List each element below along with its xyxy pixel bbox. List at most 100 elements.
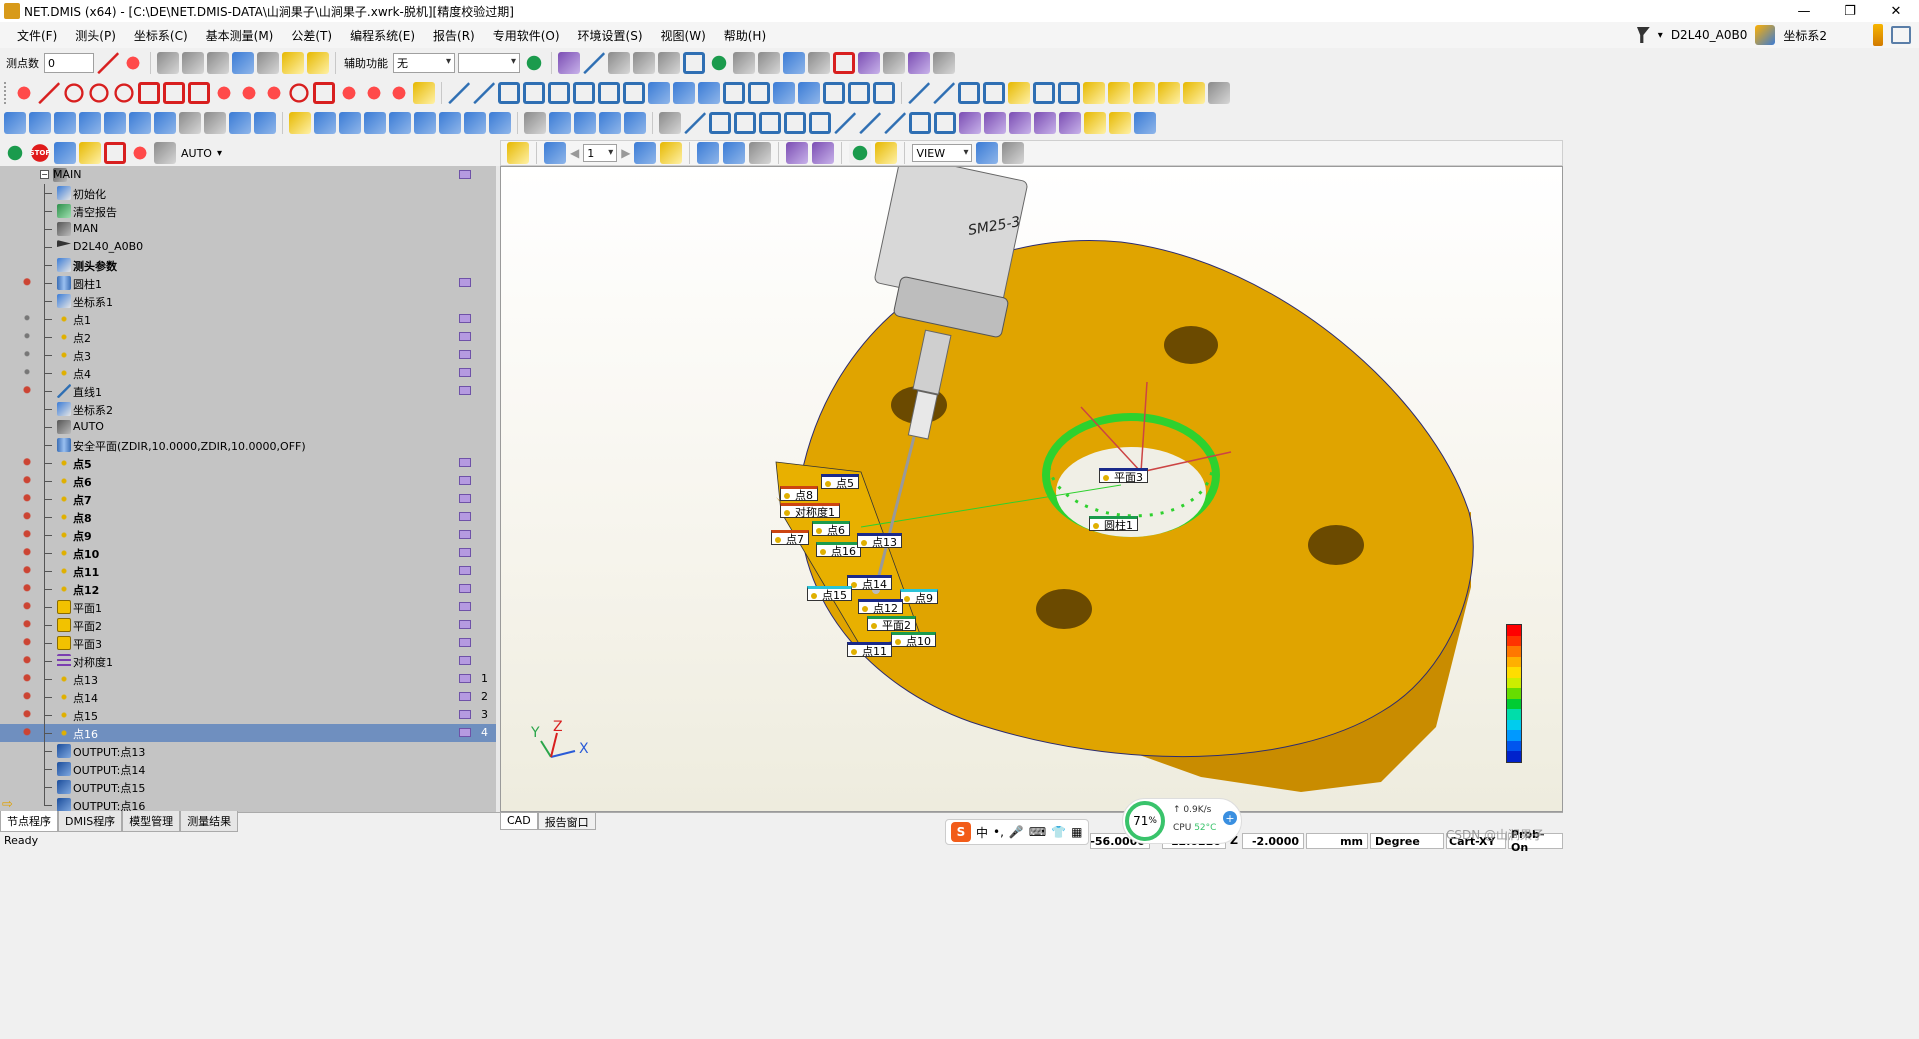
label-point-13[interactable]: 点13 (857, 533, 902, 549)
report-tag-icon[interactable] (459, 674, 471, 683)
line-feature-icon[interactable] (38, 82, 60, 104)
tolerance-report-icon[interactable] (1109, 112, 1131, 134)
construct-nurbs-icon[interactable] (798, 82, 820, 104)
close-button[interactable]: ✕ (1873, 0, 1919, 22)
profile-tol-icon[interactable] (339, 112, 361, 134)
ime-keyboard-icon[interactable]: ⌨ (1029, 825, 1046, 839)
search-icon[interactable] (1002, 142, 1025, 164)
tree-node[interactable]: 点14 2 (0, 688, 496, 706)
grid-view-icon[interactable] (849, 142, 872, 164)
bulb-icon[interactable] (22, 655, 32, 667)
total-runout-icon[interactable] (1009, 112, 1031, 134)
nominal-sphere-icon[interactable] (1108, 82, 1130, 104)
construct-arc-icon[interactable] (523, 82, 545, 104)
tree-node[interactable]: 点1 (0, 310, 496, 328)
position-icon[interactable] (909, 112, 931, 134)
bulb-icon[interactable] (22, 691, 32, 703)
label-symmetry-1[interactable]: 对称度1 (780, 503, 840, 519)
alignment-icon[interactable] (29, 112, 51, 134)
render-sphere-icon[interactable] (708, 52, 730, 74)
zoom-in-icon[interactable] (608, 52, 630, 74)
nominal-point-icon[interactable] (908, 82, 930, 104)
curve-feature-icon[interactable] (313, 82, 335, 104)
report-tag-icon[interactable] (459, 368, 471, 377)
report-tag-icon[interactable] (459, 584, 471, 593)
report-tag-icon[interactable] (459, 458, 471, 467)
construct-cloud-icon[interactable] (773, 82, 795, 104)
current-coordinate-system[interactable]: 坐标系2 (1783, 27, 1827, 44)
label-point-5[interactable]: 点5 (821, 474, 859, 490)
nominal-box-icon[interactable] (1183, 82, 1205, 104)
ime-mic-icon[interactable]: 🎤 (1009, 825, 1024, 839)
flat-tol-icon[interactable] (364, 112, 386, 134)
save-view-icon[interactable] (544, 142, 566, 164)
report-tag-icon[interactable] (459, 278, 471, 287)
select-icon[interactable] (733, 52, 755, 74)
new-view-icon[interactable] (634, 142, 657, 164)
probe-move-icon[interactable] (182, 52, 204, 74)
construct-cylinder-icon[interactable] (648, 82, 670, 104)
report-tag-icon[interactable] (459, 476, 471, 485)
label-point-10[interactable]: 点10 (891, 632, 936, 648)
tree-node[interactable]: ⇨ OUTPUT:点16 (0, 796, 496, 812)
label-cylinder-1[interactable]: 圆柱1 (1089, 516, 1138, 532)
tree-node[interactable]: 坐标系1 (0, 292, 496, 310)
label-point-7[interactable]: 点7 (771, 530, 809, 546)
ime-logo-icon[interactable]: S (951, 822, 971, 842)
tree-node[interactable]: 点8 (0, 508, 496, 526)
construct-edge-icon[interactable] (823, 82, 845, 104)
label-point-15[interactable]: 点15 (807, 586, 852, 602)
tree-node[interactable]: 点11 (0, 562, 496, 580)
arc-feature-icon[interactable] (88, 82, 110, 104)
total-runout-tol-icon[interactable] (489, 112, 511, 134)
toggle-icon[interactable] (154, 142, 176, 164)
bulb-icon[interactable] (22, 511, 32, 523)
list-icon[interactable] (54, 142, 76, 164)
menu-help[interactable]: 帮助(H) (715, 27, 775, 44)
flatness-icon[interactable] (709, 112, 731, 134)
circle-feature-icon[interactable] (63, 82, 85, 104)
goto-icon[interactable] (207, 52, 229, 74)
construct-point-icon[interactable] (448, 82, 470, 104)
delete-all-points-icon[interactable] (122, 52, 144, 74)
section-icon[interactable] (833, 52, 855, 74)
tab-dmis-program[interactable]: DMIS程序 (58, 811, 123, 832)
tree-node[interactable]: 安全平面(ZDIR,10.0000,ZDIR,10.0000,OFF) (0, 436, 496, 454)
select-cursor-icon[interactable] (783, 52, 805, 74)
tree-node[interactable]: 测头参数 (0, 256, 496, 274)
report-tag-icon[interactable] (459, 512, 471, 521)
dim-2-icon[interactable] (549, 112, 571, 134)
report-tag-icon[interactable] (459, 728, 471, 737)
report-tag-icon[interactable] (459, 548, 471, 557)
transform-icon[interactable] (129, 112, 151, 134)
bulb-icon[interactable] (22, 547, 32, 559)
cylinder-tol-icon[interactable] (314, 112, 336, 134)
cad-viewport[interactable]: SM25-3 X Y Z 点5 点8 对称度1 点6 点7 点16 点13 点1… (500, 166, 1563, 812)
view-settings-icon[interactable] (507, 142, 529, 164)
screen-icon[interactable] (858, 52, 880, 74)
run-icon[interactable] (4, 142, 26, 164)
probe-view-icon[interactable] (933, 52, 955, 74)
recall-coord-icon[interactable] (254, 112, 276, 134)
report-tag-icon[interactable] (459, 350, 471, 359)
calculator-icon[interactable] (257, 52, 279, 74)
view-layout-3-icon[interactable] (749, 142, 772, 164)
warning-icon[interactable] (307, 52, 329, 74)
construct-plane-icon[interactable] (573, 82, 595, 104)
round-tol-icon[interactable] (389, 112, 411, 134)
slot-feature-icon[interactable] (188, 82, 210, 104)
tree-node[interactable]: − MAIN (0, 166, 496, 184)
bulb-icon[interactable] (22, 475, 32, 487)
surface-feature-icon[interactable] (338, 82, 360, 104)
tree-node[interactable]: AUTO (0, 418, 496, 436)
report-icon[interactable] (289, 112, 311, 134)
report-tag-icon[interactable] (459, 314, 471, 323)
machine-icon[interactable] (558, 52, 580, 74)
bulb-icon[interactable] (22, 727, 32, 739)
concentricity-icon[interactable] (934, 112, 956, 134)
tree-node[interactable]: 点12 (0, 580, 496, 598)
nominal-rect-icon[interactable] (1033, 82, 1055, 104)
label-plane-2[interactable]: 平面2 (867, 616, 916, 632)
report-tag-icon[interactable] (459, 638, 471, 647)
aux-function-second-select[interactable] (458, 53, 520, 73)
